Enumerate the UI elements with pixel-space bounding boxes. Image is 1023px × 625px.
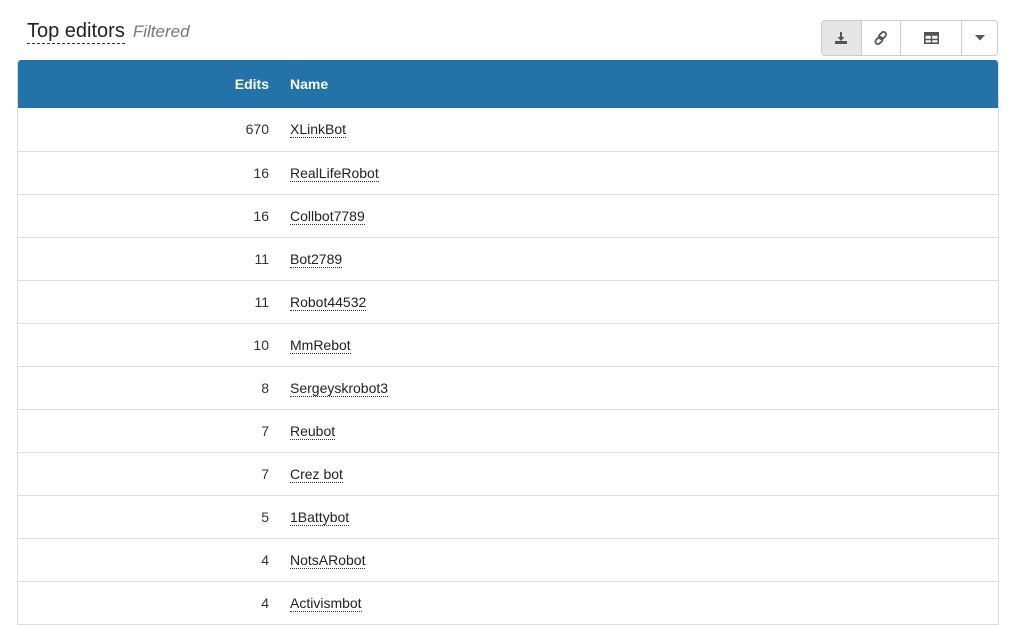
editor-name-cell: XLinkBot [269, 108, 998, 151]
editor-name-link[interactable]: Robot44532 [290, 293, 367, 311]
table-row: 4 Activismbot [18, 581, 998, 624]
panel-title[interactable]: Top editors [27, 20, 125, 44]
edits-count: 11 [254, 250, 269, 267]
copy-link-button[interactable] [862, 21, 902, 55]
editor-name-link[interactable]: NotsARobot [290, 551, 366, 569]
editor-name-cell: Bot2789 [269, 237, 998, 280]
editor-name-link[interactable]: 1Battybot [290, 508, 350, 526]
editor-name-link[interactable]: Bot2789 [290, 250, 343, 268]
editor-name-cell: NotsARobot [269, 538, 998, 581]
table-body: 670 XLinkBot 16 RealLifeRobot 16 Collbot7789 1… [18, 108, 998, 624]
table-row: 8 Sergeyskrobot3 [18, 366, 998, 409]
column-header-name[interactable]: Name [269, 60, 998, 108]
editor-name-cell: Collbot7789 [269, 194, 998, 237]
toolbar-button-group [821, 20, 998, 56]
editor-name-cell: Sergeyskrobot3 [269, 366, 998, 409]
table-row: 16 RealLifeRobot [18, 151, 998, 194]
editor-name-cell: 1Battybot [269, 495, 998, 538]
edits-count: 4 [261, 594, 269, 611]
download-button[interactable] [822, 21, 862, 55]
editor-name-link[interactable]: XLinkBot [290, 121, 347, 139]
editor-name-cell: Reubot [269, 409, 998, 452]
table-row: 11 Bot2789 [18, 237, 998, 280]
filtered-label: Filtered [132, 22, 190, 41]
editors-table-container: Edits Name 670 XLinkBot 16 RealLifeRobot 16 C… [17, 60, 999, 625]
editor-name-link[interactable]: Activismbot [290, 594, 362, 612]
link-icon [874, 31, 887, 45]
editor-name-link[interactable]: Reubot [290, 422, 336, 440]
edits-count: 10 [253, 336, 269, 353]
edits-count: 7 [261, 465, 269, 482]
panel-header: Top editors Filtered [27, 20, 190, 44]
edits-count: 4 [261, 551, 269, 568]
editor-name-cell: Activismbot [269, 581, 998, 624]
table-row: 10 MmRebot [18, 323, 998, 366]
editor-name-link[interactable]: RealLifeRobot [290, 164, 379, 182]
view-dropdown-toggle[interactable] [962, 21, 997, 55]
table-row: 11 Robot44532 [18, 280, 998, 323]
edits-count: 5 [261, 508, 269, 525]
editor-name-link[interactable]: Sergeyskrobot3 [290, 379, 389, 397]
table-view-button[interactable] [901, 21, 963, 55]
table-row: 7 Reubot [18, 409, 998, 452]
editor-name-cell: Crez bot [269, 452, 998, 495]
editor-name-link[interactable]: MmRebot [290, 336, 351, 354]
download-icon [835, 32, 848, 44]
editors-table: Edits Name 670 XLinkBot 16 RealLifeRobot 16 C… [18, 60, 998, 624]
edits-count: 11 [254, 293, 269, 310]
edits-count: 16 [253, 207, 269, 224]
editor-name-cell: MmRebot [269, 323, 998, 366]
edits-count: 7 [261, 422, 269, 439]
table-row: 670 XLinkBot [18, 108, 998, 151]
table-row: 4 NotsARobot [18, 538, 998, 581]
editor-name-cell: Robot44532 [269, 280, 998, 323]
editor-name-link[interactable]: Crez bot [290, 465, 343, 483]
editor-name-cell: RealLifeRobot [269, 151, 998, 194]
column-header-edits[interactable]: Edits [18, 60, 269, 108]
table-header-row: Edits Name [18, 60, 998, 108]
table-row: 7 Crez bot [18, 452, 998, 495]
editor-name-link[interactable]: Collbot7789 [290, 207, 365, 225]
edits-count: 670 [245, 121, 269, 138]
table-icon [923, 32, 939, 44]
caret-down-icon [974, 35, 985, 41]
edits-count: 16 [253, 164, 269, 181]
table-row: 5 1Battybot [18, 495, 998, 538]
table-row: 16 Collbot7789 [18, 194, 998, 237]
edits-count: 8 [261, 379, 269, 396]
